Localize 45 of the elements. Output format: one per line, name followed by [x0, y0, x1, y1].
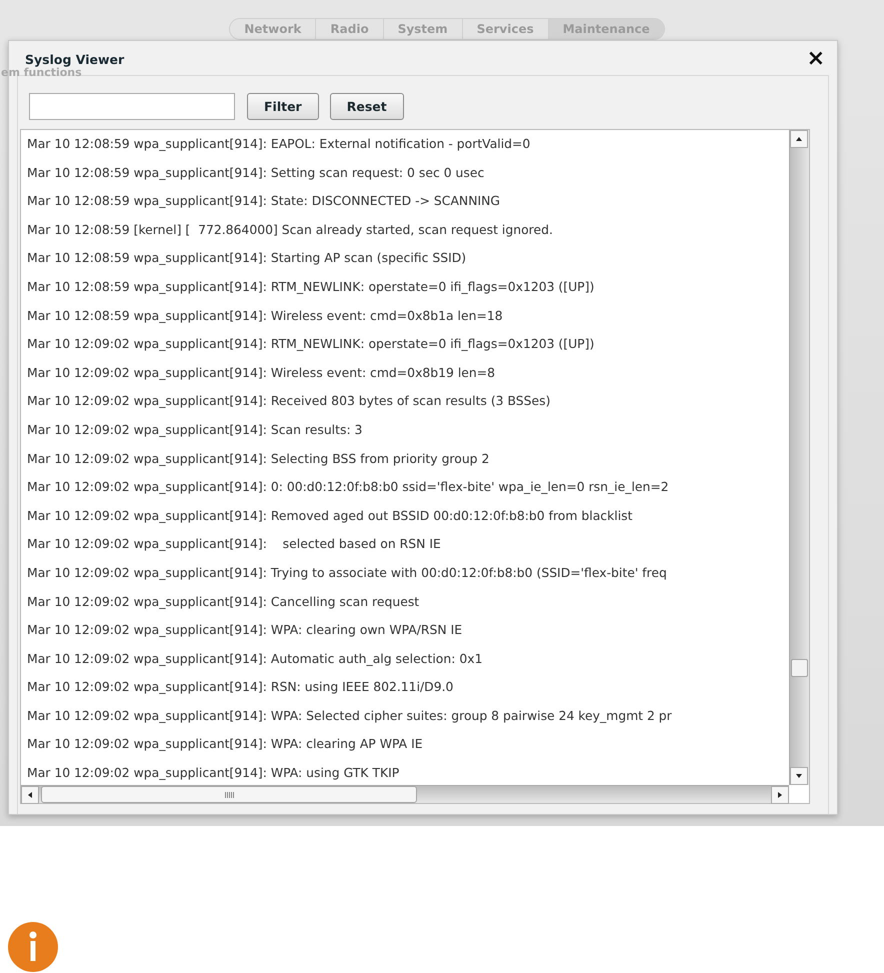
log-line: Mar 10 12:08:59 wpa_supplicant[914]: Starting AP scan (specific SSID) — [27, 249, 468, 268]
nav-tab[interactable]: Network — [230, 19, 316, 39]
scroll-up-button[interactable] — [790, 130, 808, 148]
up-arrow-icon — [795, 135, 803, 143]
section-heading: em functions — [1, 66, 82, 79]
down-arrow-icon — [795, 772, 803, 780]
grip-icon — [224, 792, 234, 798]
scroll-thumb[interactable] — [791, 659, 808, 677]
log-line: Mar 10 12:09:02 wpa_supplicant[914]: WPA: using GTK TKIP — [27, 764, 400, 782]
scroll-down-button[interactable] — [790, 767, 808, 785]
reset-button[interactable]: Reset — [330, 93, 404, 120]
nav-tab[interactable]: Maintenance — [548, 19, 664, 39]
log-line: Mar 10 12:09:02 wpa_supplicant[914]: Cancelling scan request — [27, 592, 420, 611]
log-line: Mar 10 12:09:02 wpa_supplicant[914]: Removed aged out BSSID 00:d0:12:0f:b8:b0 from blacklist — [27, 506, 634, 525]
log-line: Mar 10 12:09:02 wpa_supplicant[914]: Wireless event: cmd=0x8b19 len=8 — [27, 364, 496, 382]
filter-field[interactable] — [29, 93, 235, 120]
log-line: Mar 10 12:08:59 wpa_supplicant[914]: State: DISCONNECTED -> SCANNING — [27, 192, 501, 210]
log-line: Mar 10 12:08:59 wpa_supplicant[914]: Setting scan request: 0 sec 0 usec — [27, 164, 486, 182]
log-line: Mar 10 12:09:02 wpa_supplicant[914]: RSN: using IEEE 802.11i/D9.0 — [27, 678, 454, 696]
dialog-title: Syslog Viewer — [25, 52, 124, 66]
log-line: Mar 10 12:09:02 wpa_supplicant[914]: Trying to associate with 00:d0:12:0f:b8:b0 (SSID='flex-bite' freq — [27, 564, 668, 582]
scroll-thumb[interactable] — [41, 786, 417, 803]
log-line: Mar 10 12:09:02 wpa_supplicant[914]: WPA: Selected cipher suites: group 8 pairwise 24 key_mgmt 2 pr — [27, 706, 673, 725]
log-line: Mar 10 12:08:59 wpa_supplicant[914]: RTM_NEWLINK: operstate=0 ifi_flags=0x1203 ([UP]) — [27, 278, 596, 296]
log-line: Mar 10 12:09:02 wpa_supplicant[914]: 0: 00:d0:12:0f:b8:b0 ssid='flex-bite' wpa_ie_len=0 rsn_ie_len=2 — [27, 478, 670, 496]
right-arrow-icon — [776, 791, 784, 799]
log-line: Mar 10 12:09:02 wpa_supplicant[914]: RTM_NEWLINK: operstate=0 ifi_flags=0x1203 ([UP]) — [27, 335, 596, 354]
log-line: Mar 10 12:08:59 wpa_supplicant[914]: EAPOL: External notification - portValid=0 — [27, 135, 532, 153]
horizontal-scrollbar[interactable] — [21, 785, 789, 803]
log-line: Mar 10 12:09:02 wpa_supplicant[914]: Selecting BSS from priority group 2 — [27, 450, 490, 468]
left-arrow-icon — [26, 791, 34, 799]
filter-button[interactable]: Filter — [247, 93, 319, 120]
info-icon — [8, 922, 58, 972]
log-line: Mar 10 12:09:02 wpa_supplicant[914]: Received 803 bytes of scan results (3 BSSes) — [27, 392, 552, 410]
log-line: Mar 10 12:08:59 [kernel] [ 772.864000] Scan already started, scan request ignored. — [27, 220, 554, 239]
scroll-right-button[interactable] — [771, 786, 789, 804]
log-line: Mar 10 12:09:02 wpa_supplicant[914]: Scan results: 3 — [27, 420, 364, 439]
log-line: Mar 10 12:08:59 wpa_supplicant[914]: Wireless event: cmd=0x8b1a len=18 — [27, 306, 504, 325]
log-line: Mar 10 12:09:02 wpa_supplicant[914]: selected based on RSN IE — [27, 535, 442, 554]
log-line: Mar 10 12:09:02 wpa_supplicant[914]: Automatic auth_alg selection: 0x1 — [27, 650, 484, 668]
vertical-scrollbar[interactable] — [789, 130, 809, 785]
scroll-left-button[interactable] — [21, 786, 39, 804]
log-line: Mar 10 12:09:02 wpa_supplicant[914]: WPA: clearing own WPA/RSN IE — [27, 621, 464, 640]
log-line: Mar 10 12:09:02 wpa_supplicant[914]: WPA: clearing AP WPA IE — [27, 735, 424, 754]
close-button[interactable]: × — [806, 50, 825, 68]
